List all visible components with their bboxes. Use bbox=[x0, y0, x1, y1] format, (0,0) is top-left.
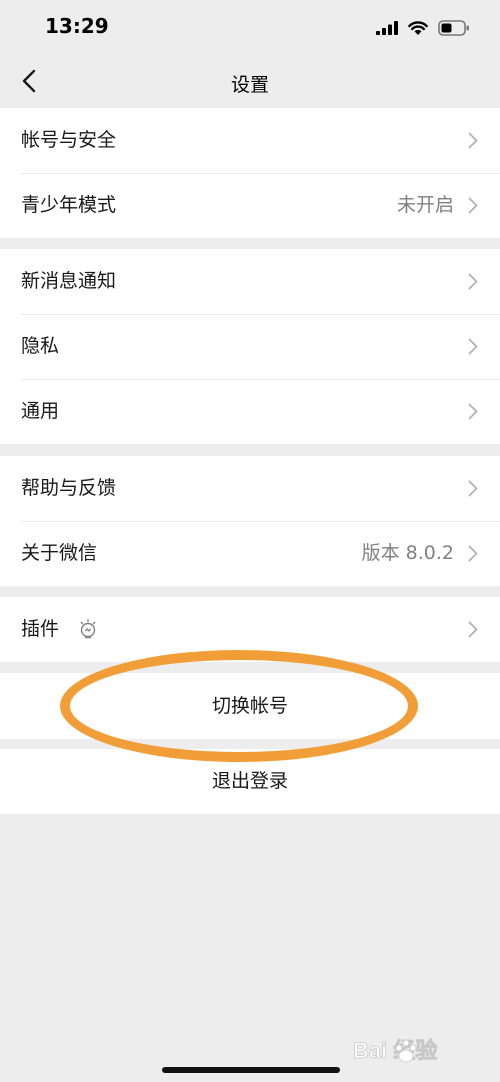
logout-button[interactable]: 退出登录 bbox=[0, 749, 500, 814]
chevron-right-icon bbox=[468, 403, 478, 420]
settings-item-about-wechat[interactable]: 关于微信 版本 8.0.2 bbox=[0, 521, 500, 586]
version-label: 版本 8.0.2 bbox=[361, 542, 454, 564]
settings-group-general: 新消息通知 隐私 通用 bbox=[0, 249, 500, 444]
baidu-paw-logo: Bai 经验 bbox=[353, 1038, 438, 1064]
settings-item-label: 通用 bbox=[21, 400, 60, 422]
chevron-right-icon bbox=[468, 132, 478, 149]
baidu-jingyan-watermark: Bai 经验 bbox=[353, 1029, 478, 1071]
battery-icon bbox=[438, 20, 469, 36]
watermark-text-bai: Bai 经验 bbox=[353, 1038, 437, 1063]
settings-item-label: 帮助与反馈 bbox=[21, 477, 117, 499]
chevron-right-icon bbox=[468, 480, 478, 497]
settings-item-label: 青少年模式 bbox=[21, 194, 117, 216]
chevron-right-icon bbox=[468, 197, 478, 214]
chevron-right-icon bbox=[468, 338, 478, 355]
settings-item-account-security[interactable]: 帐号与安全 bbox=[0, 108, 500, 173]
settings-item-help-feedback[interactable]: 帮助与反馈 bbox=[0, 456, 500, 521]
settings-item-label: 关于微信 bbox=[21, 542, 98, 564]
switch-account-label: 切换帐号 bbox=[211, 695, 288, 717]
settings-item-plugins[interactable]: 插件 bbox=[0, 597, 500, 662]
settings-group-account: 帐号与安全 青少年模式 未开启 bbox=[0, 108, 500, 238]
status-icons bbox=[376, 18, 470, 38]
page-title: 设置 bbox=[230, 74, 269, 96]
chevron-right-icon bbox=[468, 545, 478, 562]
switch-account-button[interactable]: 切换帐号 bbox=[0, 673, 500, 739]
wifi-icon bbox=[408, 20, 428, 35]
settings-item-new-message-notification[interactable]: 新消息通知 bbox=[0, 249, 500, 314]
settings-item-label: 插件 bbox=[21, 618, 60, 640]
settings-group-help: 帮助与反馈 关于微信 版本 8.0.2 bbox=[0, 456, 500, 586]
settings-group-plugins: 插件 bbox=[0, 597, 500, 662]
settings-item-label: 帐号与安全 bbox=[21, 129, 117, 151]
nav-bar: 设置 bbox=[0, 56, 500, 108]
lightbulb-icon bbox=[80, 619, 96, 639]
settings-item-teen-mode[interactable]: 青少年模式 未开启 bbox=[0, 173, 500, 238]
settings-item-general[interactable]: 通用 bbox=[0, 379, 500, 444]
signal-icon bbox=[376, 21, 398, 35]
chevron-right-icon bbox=[468, 273, 478, 290]
teen-mode-status: 未开启 bbox=[396, 194, 454, 216]
home-indicator[interactable] bbox=[162, 1067, 340, 1073]
chevron-right-icon bbox=[468, 621, 478, 638]
status-bar: 13:29 bbox=[0, 0, 500, 56]
status-time: 13:29 bbox=[45, 14, 109, 38]
settings-item-privacy[interactable]: 隐私 bbox=[0, 314, 500, 379]
settings-item-label: 新消息通知 bbox=[21, 270, 117, 292]
logout-label: 退出登录 bbox=[211, 770, 288, 792]
settings-item-label: 隐私 bbox=[21, 335, 60, 357]
